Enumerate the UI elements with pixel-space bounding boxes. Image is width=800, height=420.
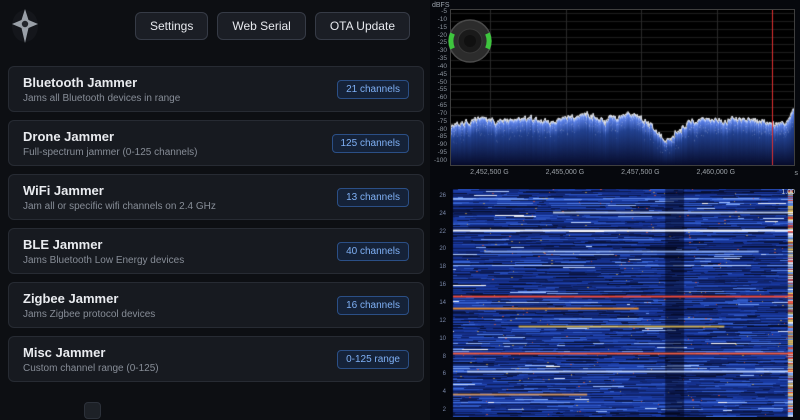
waterfall-time-axis: 26 24 22 20 18 16 14 12 10 8 6 4 2 (430, 189, 448, 417)
card-text: WiFi Jammer Jam all or specific wifi cha… (23, 183, 216, 212)
card-description: Custom channel range (0-125) (23, 362, 159, 374)
spectrum-y-axis: -5 -10 -15 -20 -25 -30 -35 -40 -45 -50 -55 -60 -65 -7… (430, 7, 448, 164)
card-text: BLE Jammer Jams Bluetooth Low Energy dev… (23, 237, 184, 266)
y-tick-label: -85 (437, 133, 447, 141)
topbar-buttons: Settings Web Serial OTA Update (135, 12, 410, 40)
time-tick-label: 24 (439, 210, 446, 217)
card-description: Jams Zigbee protocol devices (23, 308, 156, 320)
y-tick-label: -25 (437, 39, 447, 47)
y-tick-label: -45 (437, 70, 447, 78)
y-tick-label: -100 (433, 156, 447, 164)
jammer-card-wifi[interactable]: WiFi Jammer Jam all or specific wifi cha… (8, 174, 424, 220)
channel-count-badge: 40 channels (337, 241, 409, 261)
time-tick-label: 2 (442, 407, 446, 414)
time-tick-label: 10 (439, 335, 446, 342)
jammer-card-zigbee[interactable]: Zigbee Jammer Jams Zigbee protocol devic… (8, 282, 424, 328)
time-tick-label: 12 (439, 317, 446, 324)
y-tick-label: -70 (437, 109, 447, 117)
spectrum-plot (447, 9, 795, 166)
channel-count-badge: 13 channels (337, 187, 409, 207)
card-title: Zigbee Jammer (23, 290, 119, 306)
y-tick-label: -65 (437, 101, 447, 109)
time-tick-label: 22 (439, 228, 446, 235)
y-tick-label: -30 (437, 47, 447, 55)
card-text: Misc Jammer Custom channel range (0-125) (23, 345, 159, 374)
time-tick-label: 14 (439, 300, 446, 306)
card-title: Drone Jammer (23, 128, 115, 144)
partial-card-fragment (84, 402, 101, 419)
y-tick-label: -40 (437, 62, 447, 70)
channel-count-badge: 16 channels (337, 295, 409, 315)
app-root: Settings Web Serial OTA Update Bluetooth… (0, 0, 800, 420)
time-tick-label: 6 (442, 371, 446, 378)
y-tick-label: -60 (437, 93, 447, 101)
channel-count-badge: 0-125 range (337, 349, 409, 369)
time-tick-label: 8 (442, 353, 446, 360)
y-tick-label: -35 (437, 54, 447, 62)
card-title: Bluetooth Jammer (23, 74, 138, 90)
x-tick-label: 2,452,500 G (470, 169, 509, 176)
card-title: Misc Jammer (23, 344, 106, 360)
card-description: Full-spectrum jammer (0-125 channels) (23, 146, 198, 158)
y-tick-label: -90 (437, 140, 447, 148)
card-title: BLE Jammer (23, 236, 103, 252)
card-description: Jams Bluetooth Low Energy devices (23, 254, 185, 266)
card-description: Jams all Bluetooth devices in range (23, 92, 181, 104)
y-tick-label: -80 (437, 125, 447, 133)
tuning-knob-icon[interactable] (447, 18, 493, 64)
spectrum-panel: dBFS -5 -10 -15 -20 -25 -30 -35 -40 -45 -50 -55 -60… (430, 0, 800, 420)
time-unit-label: s (794, 170, 799, 177)
spectrum-section: dBFS -5 -10 -15 -20 -25 -30 -35 -40 -45 -50 -55 -60… (430, 0, 800, 186)
card-text: Zigbee Jammer Jams Zigbee protocol devic… (23, 291, 155, 320)
topbar: Settings Web Serial OTA Update (0, 0, 430, 52)
waterfall-section: 26 24 22 20 18 16 14 12 10 8 6 4 2 1.00 (430, 186, 800, 420)
jammer-list: Bluetooth Jammer Jams all Bluetooth devi… (0, 52, 430, 382)
settings-button[interactable]: Settings (135, 12, 209, 40)
jammer-card-ble[interactable]: BLE Jammer Jams Bluetooth Low Energy dev… (8, 228, 424, 274)
left-panel: Settings Web Serial OTA Update Bluetooth… (0, 0, 430, 420)
app-logo-icon (10, 7, 40, 45)
ota-update-button[interactable]: OTA Update (314, 12, 410, 40)
channel-count-badge: 21 channels (337, 79, 409, 99)
y-tick-label: -50 (437, 78, 447, 86)
waterfall-scale-label: 1.00 (781, 189, 795, 196)
y-tick-label: -95 (437, 148, 447, 156)
card-text: Drone Jammer Full-spectrum jammer (0-125… (23, 129, 198, 158)
web-serial-button[interactable]: Web Serial (217, 12, 306, 40)
jammer-card-misc[interactable]: Misc Jammer Custom channel range (0-125)… (8, 336, 424, 382)
time-tick-label: 26 (439, 192, 446, 199)
x-tick-label: 2,460,000 G (696, 169, 736, 176)
card-description: Jam all or specific wifi channels on 2.4… (23, 200, 216, 212)
y-tick-label: -55 (437, 86, 447, 94)
time-tick-label: 18 (439, 264, 446, 271)
channel-count-badge: 125 channels (331, 133, 409, 153)
y-tick-label: -20 (437, 31, 447, 39)
x-tick-label: 2,455,000 G (545, 169, 585, 176)
time-tick-label: 20 (439, 246, 446, 253)
time-tick-label: 16 (439, 282, 446, 289)
spectrum-canvas[interactable] (451, 10, 794, 165)
y-tick-label: -15 (437, 23, 447, 31)
y-tick-label: -10 (437, 15, 447, 23)
y-tick-label: -75 (437, 117, 447, 125)
card-text: Bluetooth Jammer Jams all Bluetooth devi… (23, 75, 180, 104)
spectrum-x-axis: 2,452,500 G 2,455,000 G 2,457,500 G 2,460,0… (450, 169, 793, 181)
x-tick-label: 2,457,500 G (621, 169, 660, 176)
jammer-card-bluetooth[interactable]: Bluetooth Jammer Jams all Bluetooth devi… (8, 66, 424, 112)
y-tick-label: -5 (441, 7, 447, 15)
waterfall-canvas[interactable] (450, 189, 793, 417)
card-title: WiFi Jammer (23, 182, 104, 198)
jammer-card-drone[interactable]: Drone Jammer Full-spectrum jammer (0-125… (8, 120, 424, 166)
time-tick-label: 4 (442, 389, 446, 396)
